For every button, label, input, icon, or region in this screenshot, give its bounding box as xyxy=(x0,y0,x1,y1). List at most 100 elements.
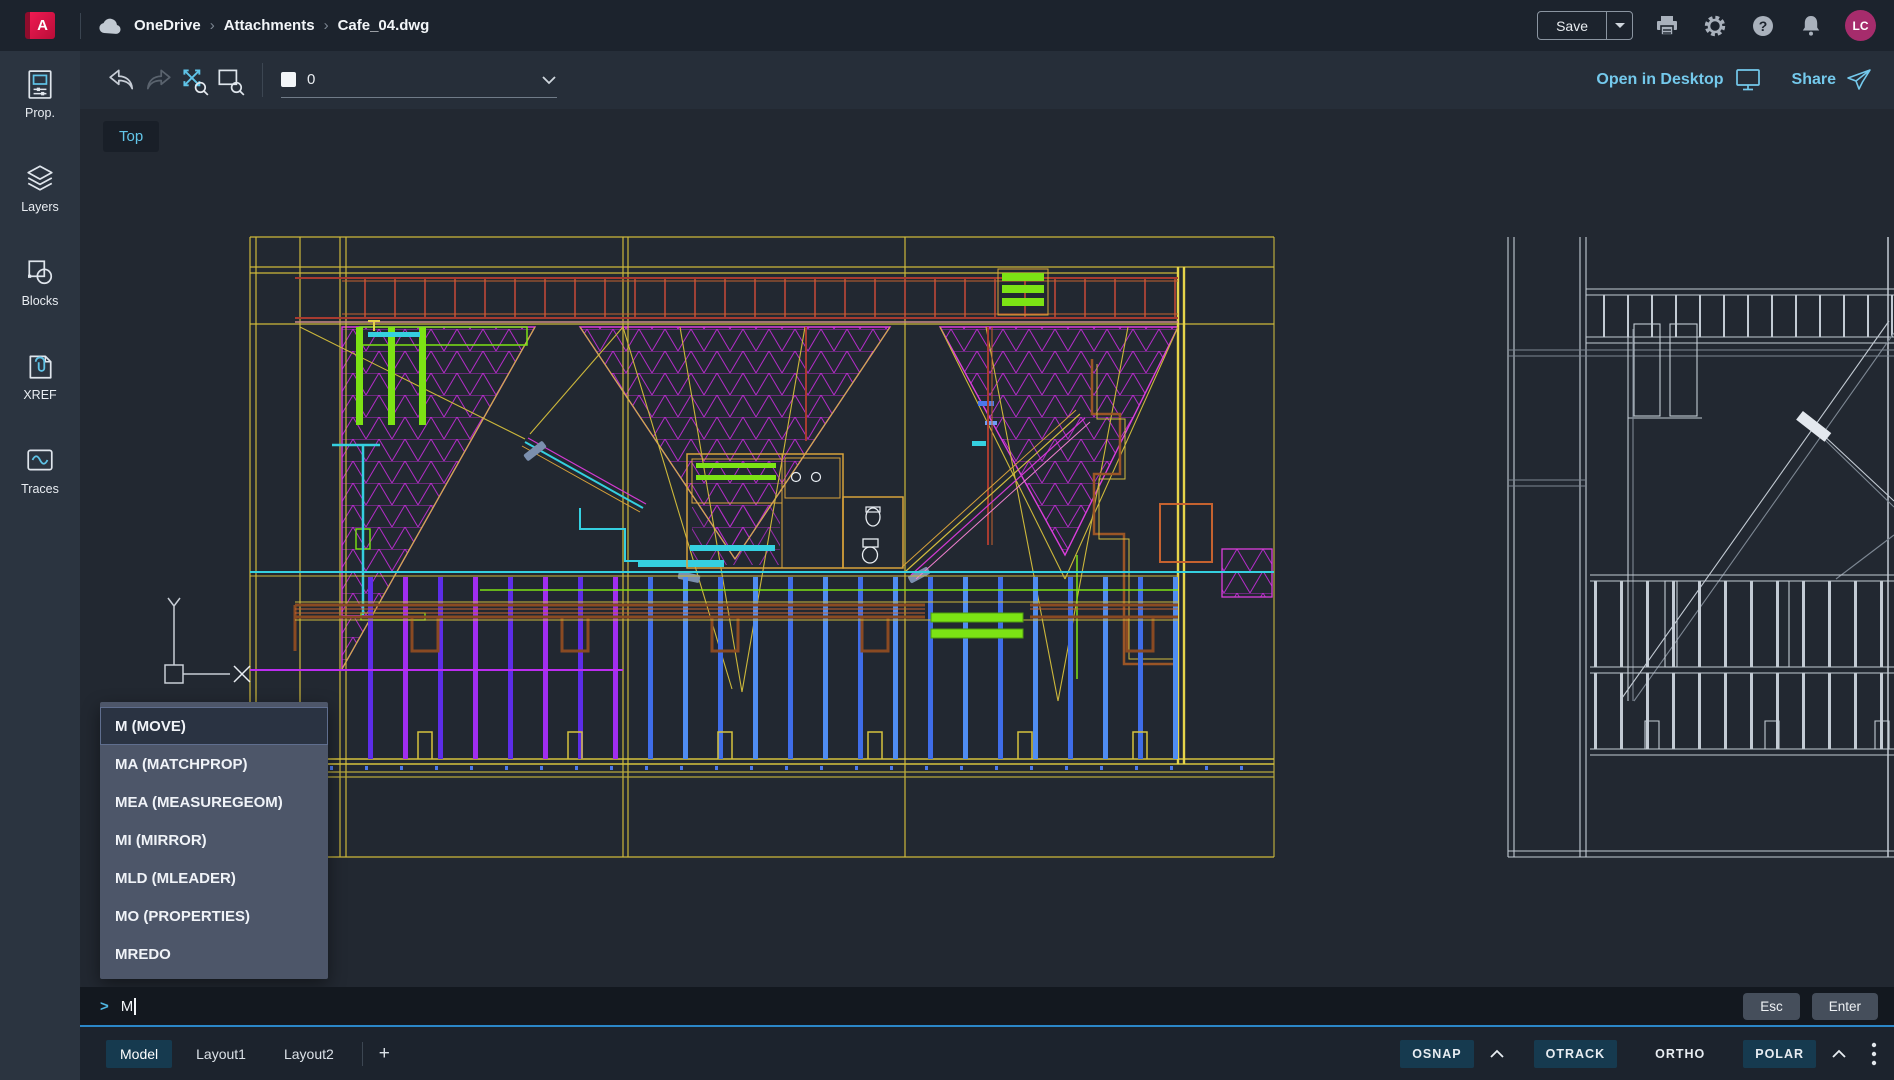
onedrive-cloud-icon xyxy=(97,17,123,35)
breadcrumb: OneDrive › Attachments › Cafe_04.dwg xyxy=(97,17,429,35)
autocad-logo-icon: A xyxy=(25,12,55,39)
breadcrumb-separator: › xyxy=(324,17,329,34)
tab-model[interactable]: Model xyxy=(106,1040,172,1068)
open-in-desktop-button[interactable]: Open in Desktop xyxy=(1596,68,1761,92)
chevron-up-icon xyxy=(1489,1048,1505,1060)
floor-plan-monochrome xyxy=(1508,237,1894,857)
save-dropdown-button[interactable] xyxy=(1606,12,1632,39)
command-input[interactable]: M xyxy=(121,998,134,1015)
share-button[interactable]: Share xyxy=(1792,68,1872,92)
layer-color-swatch xyxy=(281,72,296,87)
help-icon: ? xyxy=(1750,13,1776,39)
app-logo[interactable]: A xyxy=(0,12,80,39)
polar-toggle[interactable]: POLAR xyxy=(1743,1040,1816,1068)
command-suggestion[interactable]: MI (MIRROR) xyxy=(100,821,328,859)
zoom-extents-button[interactable] xyxy=(176,63,212,97)
sidebar-item-properties[interactable]: Prop. xyxy=(0,69,80,163)
sidebar-item-xref[interactable]: XREF xyxy=(0,351,80,445)
text-cursor xyxy=(134,998,136,1015)
help-button[interactable]: ? xyxy=(1749,12,1777,40)
sidebar-label: Traces xyxy=(21,482,59,496)
save-split-button: Save xyxy=(1537,11,1633,40)
undo-button[interactable] xyxy=(104,63,140,97)
esc-button[interactable]: Esc xyxy=(1743,993,1800,1020)
layers-icon xyxy=(25,163,55,193)
notifications-button[interactable] xyxy=(1797,12,1825,40)
zoom-window-button[interactable] xyxy=(212,63,248,97)
svg-text:?: ? xyxy=(1759,18,1768,34)
command-key-buttons: Esc Enter xyxy=(1743,993,1894,1020)
blocks-icon xyxy=(25,257,55,287)
redo-button[interactable] xyxy=(140,63,176,97)
properties-icon xyxy=(25,69,55,99)
left-sidebar: Prop. Layers Blocks XREF xyxy=(0,51,80,1080)
sidebar-label: Prop. xyxy=(25,106,55,120)
command-line[interactable]: > M Esc Enter xyxy=(80,987,1894,1025)
top-bar: A OneDrive › Attachments › Cafe_04.dwg S… xyxy=(0,0,1894,51)
divider xyxy=(362,1042,363,1066)
view-cube-label[interactable]: Top xyxy=(103,121,159,152)
share-plane-icon xyxy=(1846,68,1872,92)
breadcrumb-drive[interactable]: OneDrive xyxy=(134,17,201,34)
chevron-down-icon xyxy=(1615,23,1625,28)
polar-flyout-button[interactable] xyxy=(1828,1048,1850,1060)
otrack-toggle[interactable]: OTRACK xyxy=(1534,1040,1617,1068)
add-layout-button[interactable]: + xyxy=(379,1043,390,1065)
divider xyxy=(262,63,263,97)
tab-layout1[interactable]: Layout1 xyxy=(182,1040,260,1068)
sidebar-item-layers[interactable]: Layers xyxy=(0,163,80,257)
layer-dropdown[interactable]: 0 xyxy=(281,62,557,98)
ucs-icon xyxy=(165,598,250,683)
osnap-toggle[interactable]: OSNAP xyxy=(1400,1040,1473,1068)
command-suggestion[interactable]: MEA (MEASUREGEOM) xyxy=(100,783,328,821)
sidebar-label: Layers xyxy=(21,200,59,214)
drawing-toolbar: 0 Open in Desktop Share xyxy=(80,51,1894,109)
traces-icon xyxy=(25,445,55,475)
chevron-down-icon xyxy=(541,74,557,86)
undo-icon xyxy=(107,67,137,93)
save-button[interactable]: Save xyxy=(1538,12,1606,39)
printer-icon xyxy=(1654,13,1680,39)
command-suggestion[interactable]: MO (PROPERTIES) xyxy=(100,897,328,935)
drafting-toggles: OSNAP OTRACK ORTHO POLAR xyxy=(1400,1040,1878,1068)
command-suggestion[interactable]: MA (MATCHPROP) xyxy=(100,745,328,783)
command-suggestion[interactable]: MREDO xyxy=(100,935,328,973)
open-in-desktop-label: Open in Desktop xyxy=(1596,71,1723,89)
breadcrumb-folder[interactable]: Attachments xyxy=(224,17,315,34)
share-label: Share xyxy=(1792,71,1836,89)
sidebar-label: Blocks xyxy=(22,294,59,308)
statusbar-overflow-button[interactable] xyxy=(1870,1041,1878,1067)
command-suggestion[interactable]: M (MOVE) xyxy=(100,707,328,745)
print-button[interactable] xyxy=(1653,12,1681,40)
command-autocomplete: M (MOVE) MA (MATCHPROP) MEA (MEASUREGEOM… xyxy=(100,702,328,979)
divider xyxy=(80,13,81,39)
breadcrumb-separator: › xyxy=(210,17,215,34)
command-suggestion[interactable]: MLD (MLEADER) xyxy=(100,859,328,897)
desktop-monitor-icon xyxy=(1734,68,1762,92)
dwg-drawing xyxy=(80,109,1894,987)
floor-plan-colored xyxy=(250,237,1274,857)
sidebar-item-blocks[interactable]: Blocks xyxy=(0,257,80,351)
user-avatar[interactable]: LC xyxy=(1845,10,1876,41)
kebab-menu-icon xyxy=(1870,1041,1878,1067)
osnap-flyout-button[interactable] xyxy=(1486,1048,1508,1060)
sidebar-item-traces[interactable]: Traces xyxy=(0,445,80,539)
topbar-actions: Save xyxy=(1537,10,1894,41)
autocad-web-app: A OneDrive › Attachments › Cafe_04.dwg S… xyxy=(0,0,1894,1080)
gear-icon xyxy=(1702,13,1728,39)
layer-current-value: 0 xyxy=(307,71,530,88)
settings-button[interactable] xyxy=(1701,12,1729,40)
toolbar-right-actions: Open in Desktop Share xyxy=(1596,68,1894,92)
sidebar-label: XREF xyxy=(23,388,56,402)
status-bar: Model Layout1 Layout2 + OSNAP OTRACK ORT… xyxy=(80,1025,1894,1080)
ortho-toggle[interactable]: ORTHO xyxy=(1643,1040,1717,1068)
enter-button[interactable]: Enter xyxy=(1812,993,1878,1020)
chevron-up-icon xyxy=(1831,1048,1847,1060)
drawing-viewport[interactable]: Top xyxy=(80,109,1894,987)
redo-icon xyxy=(143,67,173,93)
bell-icon xyxy=(1798,13,1824,39)
breadcrumb-file: Cafe_04.dwg xyxy=(338,17,430,34)
zoom-extents-icon xyxy=(178,64,210,96)
tab-layout2[interactable]: Layout2 xyxy=(270,1040,348,1068)
xref-icon xyxy=(25,351,55,381)
